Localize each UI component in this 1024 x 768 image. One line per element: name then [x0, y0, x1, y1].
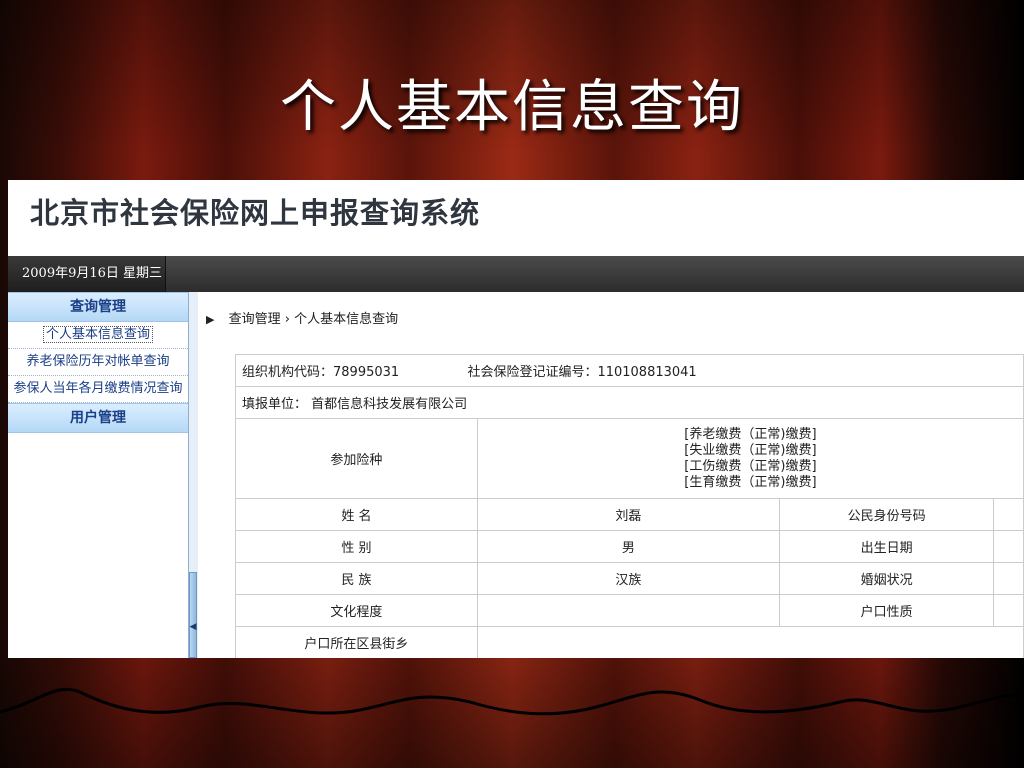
gender-value: 男 [476, 530, 781, 563]
sidebar: 查询管理 个人基本信息查询 养老保险历年对帐单查询 参保人当年各月缴费情况查询 … [8, 292, 188, 658]
current-date: 2009年9月16日 星期三 [8, 256, 166, 292]
insurance-type: [工伤缴费（正常)缴费] [684, 458, 817, 474]
id-number-label: 公民身份号码 [779, 498, 995, 531]
ethnicity-value: 汉族 [476, 562, 781, 595]
breadcrumb: ▶ 查询管理 › 个人基本信息查询 [206, 308, 398, 327]
org-reg-row: 组织机构代码：78995031 社会保险登记证编号：110108813041 [235, 354, 1024, 387]
breadcrumb-separator: › [284, 312, 290, 327]
insurance-type: [生育缴费（正常)缴费] [684, 474, 817, 490]
sidebar-section-query-management[interactable]: 查询管理 [8, 292, 188, 322]
insurance-label: 参加险种 [235, 418, 478, 499]
sidebar-item-pension-statement[interactable]: 养老保险历年对帐单查询 [8, 349, 188, 376]
insurance-type: [养老缴费（正常)缴费] [684, 426, 817, 442]
date-bar: 2009年9月16日 星期三 [8, 256, 1024, 292]
body-area: 查询管理 个人基本信息查询 养老保险历年对帐单查询 参保人当年各月缴费情况查询 … [8, 292, 1024, 658]
hukou-district-label: 户口所在区县街乡 [235, 626, 478, 658]
education-value [476, 594, 781, 627]
hukou-district-value [476, 626, 1024, 658]
personal-info-table: 组织机构代码：78995031 社会保险登记证编号：110108813041 填… [235, 354, 1024, 658]
org-code: 组织机构代码：78995031 [242, 365, 400, 380]
main-content: ▶ 查询管理 › 个人基本信息查询 组织机构代码：78995031 社会保险登记… [198, 292, 1024, 658]
insurance-type: [失业缴费（正常)缴费] [684, 442, 817, 458]
sidebar-section-user-management[interactable]: 用户管理 [8, 403, 188, 433]
ethnicity-label: 民 族 [235, 562, 478, 595]
birth-date-value [993, 530, 1024, 563]
chevron-left-icon: ◀ [189, 622, 197, 632]
hukou-type-label: 户口性质 [779, 594, 995, 627]
marital-status-value [993, 562, 1024, 595]
name-value: 刘磊 [476, 498, 781, 531]
collapse-sidebar-handle[interactable] [189, 572, 197, 658]
education-label: 文化程度 [235, 594, 478, 627]
insurance-types: [养老缴费（正常)缴费] [失业缴费（正常)缴费] [工伤缴费（正常)缴费] [… [476, 418, 1024, 499]
screenshot-panel: 北京市社会保险网上申报查询系统 2009年9月16日 星期三 查询管理 个人基本… [8, 180, 1024, 658]
id-number-value [993, 498, 1024, 531]
registration-number: 社会保险登记证编号：110108813041 [467, 365, 697, 380]
breadcrumb-parent[interactable]: 查询管理 [229, 312, 281, 327]
sidebar-item-monthly-payments[interactable]: 参保人当年各月缴费情况查询 [8, 376, 188, 403]
sidebar-item-label: 养老保险历年对帐单查询 [26, 354, 170, 369]
sidebar-item-label: 个人基本信息查询 [42, 326, 153, 343]
birth-date-label: 出生日期 [779, 530, 995, 563]
marital-status-label: 婚姻状况 [779, 562, 995, 595]
gender-label: 性 别 [235, 530, 478, 563]
slide-title: 个人基本信息查询 [280, 75, 744, 140]
breadcrumb-current: 个人基本信息查询 [294, 312, 399, 327]
sidebar-item-label: 参保人当年各月缴费情况查询 [13, 381, 183, 396]
sidebar-item-personal-info[interactable]: 个人基本信息查询 [8, 322, 188, 349]
filing-unit: 填报单位： 首都信息科技发展有限公司 [235, 386, 1024, 419]
hukou-type-value [993, 594, 1024, 627]
system-header: 北京市社会保险网上申报查询系统 [8, 180, 1024, 256]
name-label: 姓 名 [235, 498, 478, 531]
system-title: 北京市社会保险网上申报查询系统 [30, 196, 481, 230]
play-arrow-icon: ▶ [206, 313, 215, 326]
curtain-valance-decoration [0, 687, 1024, 716]
